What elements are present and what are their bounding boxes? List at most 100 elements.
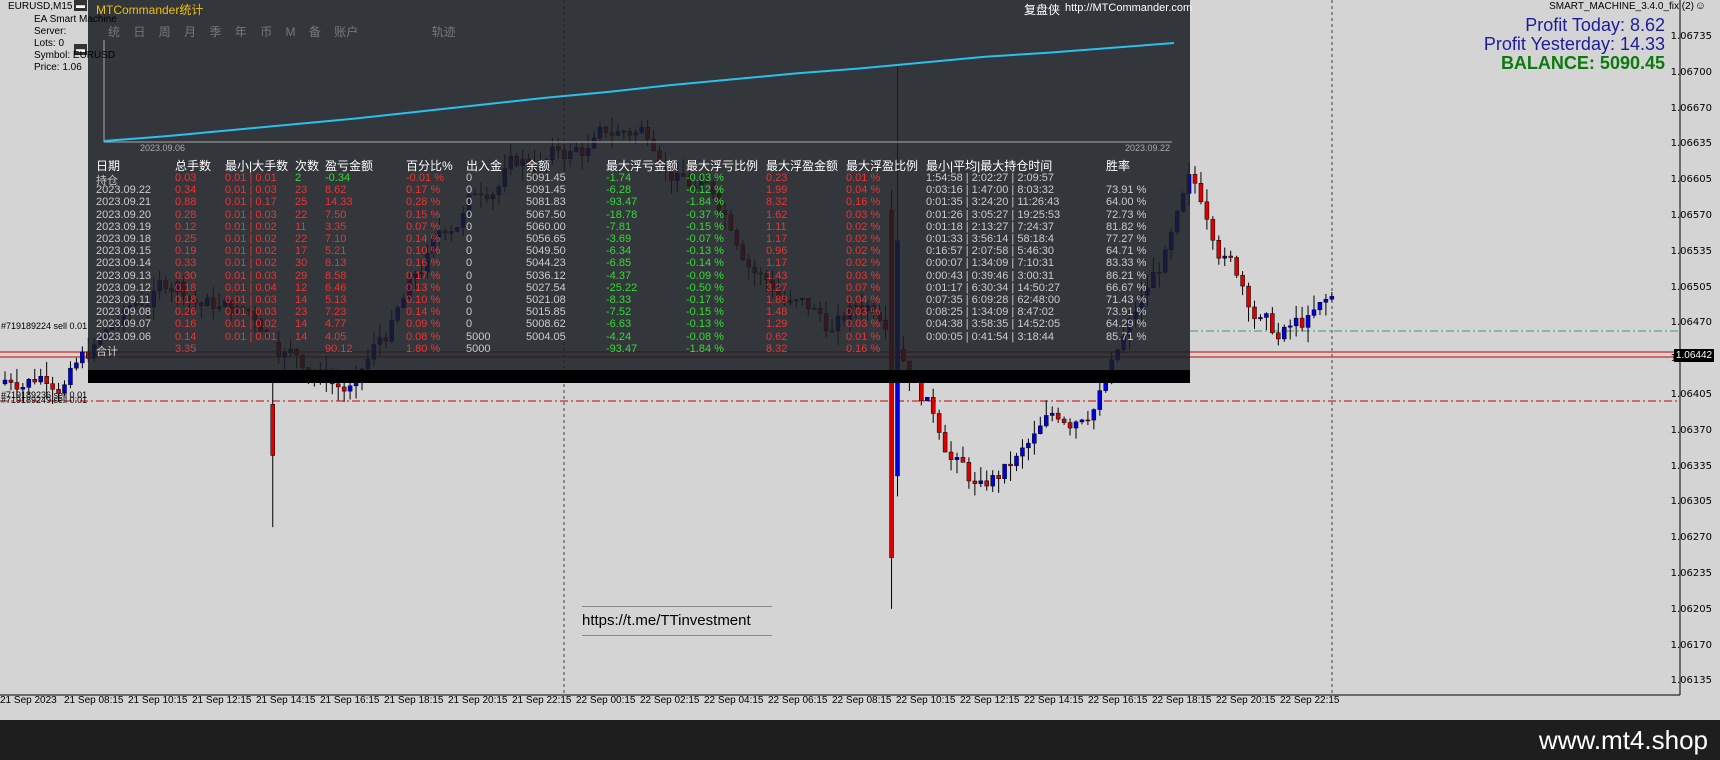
stats-cell: -0.15 %: [686, 220, 724, 233]
stats-cell: 0:01:33 | 3:56:14 | 58:18:4: [926, 233, 1055, 245]
stats-total-background: [88, 370, 1190, 383]
stats-cell: 合计: [96, 345, 118, 358]
candle-body: [1091, 409, 1097, 421]
stats-cell: 0.01 | 0.03: [225, 184, 277, 197]
stats-cell: 66.67 %: [1106, 281, 1147, 294]
stats-cell: 5027.54: [526, 281, 566, 294]
candle-body: [1222, 255, 1227, 259]
price-tick-label: 1.06305: [1670, 496, 1712, 508]
stats-cell: 0:01:18 | 2:13:27 | 7:24:37: [926, 220, 1055, 233]
candle-body: [954, 457, 960, 460]
stats-cell: 1.17: [766, 233, 788, 245]
stats-cell: -6.34: [606, 245, 632, 258]
tab-account[interactable]: 账户: [334, 25, 358, 39]
candle-body: [1085, 419, 1091, 422]
candle-body: [1192, 174, 1198, 184]
stats-cell: 0: [466, 281, 473, 294]
candle-body: [32, 379, 37, 383]
stats-cell: -6.28: [606, 184, 632, 197]
tab-day[interactable]: 日: [133, 25, 145, 39]
stats-cell: 1.43: [766, 269, 788, 282]
stats-cell: 1.48: [766, 306, 788, 319]
candle-body: [1049, 412, 1055, 416]
candle-body: [2, 379, 8, 385]
stats-cell: 0.01 %: [846, 172, 881, 184]
panel-url-link[interactable]: http://MTCommander.com: [1065, 2, 1192, 14]
order-label[interactable]: #719189224 sell 0.01: [1, 321, 87, 331]
stats-cell: 29: [295, 269, 308, 282]
stats-cell: 0.10 %: [406, 294, 441, 306]
stats-cell: 5081.83: [526, 196, 566, 209]
stats-cell: 2023.09.15: [96, 245, 152, 258]
price-tick-label: 1.06270: [1670, 532, 1712, 544]
candle-body: [1204, 201, 1210, 220]
candle-body: [1216, 239, 1222, 259]
stats-cell: 5044.23: [526, 257, 566, 270]
candle-body: [1311, 309, 1317, 316]
current-price-tag: 1.06442: [1674, 349, 1714, 362]
stats-cell: 14: [295, 330, 308, 343]
candle-body: [1073, 421, 1079, 429]
tab-backup[interactable]: 备: [309, 25, 321, 39]
price-tick-label: 1.06505: [1670, 281, 1712, 293]
smile-icon[interactable]: ☺: [1695, 0, 1706, 12]
order-label[interactable]: #719189249 sell 0.01: [1, 395, 87, 405]
stats-cell: 73.91 %: [1106, 184, 1147, 197]
stats-cell: -0.17 %: [686, 294, 724, 306]
stats-cell: -18.78: [606, 208, 638, 221]
stats-cell: 0.01 | 0.02: [225, 318, 277, 331]
stats-cell: 4.05: [325, 330, 347, 343]
stats-header-cell[interactable]: 胜率: [1106, 157, 1130, 174]
stats-cell: 0.01 | 0.03: [225, 306, 277, 319]
profit-today: Profit Today: 8.62: [1525, 15, 1665, 35]
stats-cell: 0.01 | 0.02: [225, 233, 277, 245]
stats-cell: 0.28 %: [406, 196, 441, 209]
stats-cell: 0: [466, 318, 473, 331]
stats-cell: 0.01 %: [846, 330, 881, 343]
tab-quarter[interactable]: 季: [209, 25, 221, 39]
tab-currency[interactable]: 币: [260, 25, 272, 39]
candle-body: [1305, 315, 1311, 328]
price-tick-label: 1.06170: [1670, 639, 1712, 651]
stats-cell: 0: [466, 269, 473, 282]
tab-week[interactable]: 周: [159, 25, 171, 39]
stats-cell: 0.04 %: [846, 184, 881, 197]
tab-track[interactable]: 轨迹: [432, 25, 456, 39]
time-tick-label: 21 Sep 12:15: [192, 695, 252, 706]
price-axis: 1.06735 1.06700 1.06670 1.06635 1.06605 1.065…: [1671, 0, 1720, 695]
time-tick-label: 22 Sep 06:15: [768, 695, 828, 706]
price-tick-label: 1.06535: [1670, 245, 1712, 257]
stats-cell: 2023.09.14: [96, 257, 152, 270]
stats-cell: 2023.09.12: [96, 281, 152, 294]
stats-cell: 5036.12: [526, 269, 566, 282]
time-tick-label: 22 Sep 10:15: [896, 695, 956, 706]
stats-cell: 0.14 %: [406, 233, 441, 245]
stats-cell: 2023.09.22: [96, 184, 152, 197]
panel-brand[interactable]: 复盘侠: [1024, 1, 1060, 18]
stats-cell: 0.08 %: [406, 330, 441, 343]
stats-cell: 0.25: [175, 233, 197, 245]
candle-body: [80, 351, 85, 364]
close-icon[interactable]: ▬: [74, 0, 87, 11]
candle-body: [44, 376, 49, 384]
tab-month[interactable]: 月: [184, 25, 196, 39]
price-tick-label: 1.06370: [1670, 424, 1712, 436]
stats-cell: 5049.50: [526, 245, 566, 258]
stats-cell: -0.13 %: [686, 245, 724, 258]
tab-m[interactable]: M: [286, 25, 296, 39]
time-tick-label: 22 Sep 22:15: [1280, 695, 1340, 706]
stats-cell: 0.03: [175, 172, 197, 184]
candle-body: [1252, 306, 1257, 320]
stats-cell: 0.14: [175, 330, 197, 343]
telegram-link[interactable]: https://t.me/TTinvestment: [582, 606, 772, 636]
tab-year[interactable]: 年: [235, 25, 247, 39]
stats-cell: -0.09 %: [686, 269, 724, 282]
stats-cell: 0.01 | 0.04: [225, 281, 277, 294]
candle-body: [984, 480, 989, 487]
candle-body: [996, 475, 1001, 479]
stats-cell: 22: [295, 233, 308, 245]
stats-cell: 0.34: [175, 184, 197, 197]
stats-cell: -0.08 %: [686, 330, 724, 343]
time-tick-label: 22 Sep 16:15: [1088, 695, 1148, 706]
ea-info-line: Price: 1.06: [34, 62, 82, 73]
